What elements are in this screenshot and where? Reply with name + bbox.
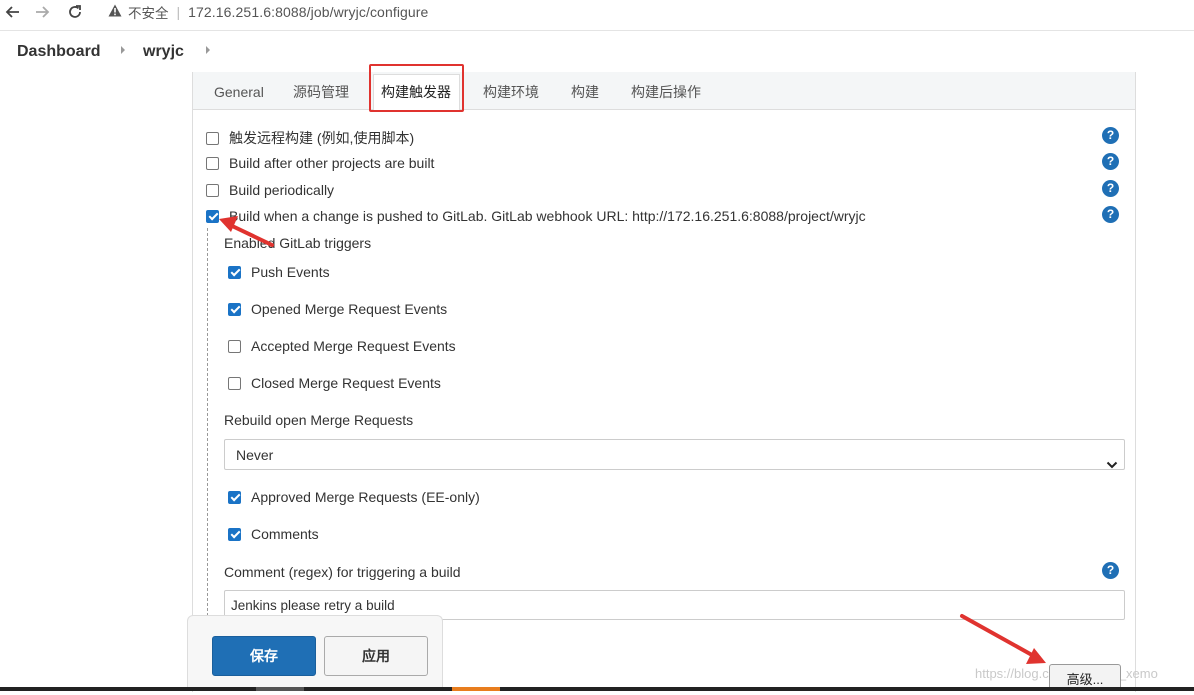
push-events-row[interactable]: Push Events [228,264,330,280]
tab-bar: General 源码管理 构建触发器 构建环境 构建 构建后操作 [193,64,1135,112]
trigger-gitlab-row[interactable]: Build when a change is pushed to GitLab.… [206,208,866,224]
save-button[interactable]: 保存 [212,636,316,676]
trigger-after-other-label: Build after other projects are built [229,155,435,171]
accepted-mr-label: Accepted Merge Request Events [251,338,456,354]
approved-mr-checkbox[interactable] [228,490,241,504]
taskbar-strip [0,687,1194,691]
help-icon[interactable]: ? [1102,180,1119,197]
help-icon[interactable]: ? [1102,153,1119,170]
tab-scm[interactable]: 源码管理 [293,72,349,110]
trigger-periodic-row[interactable]: Build periodically [206,182,334,198]
trigger-gitlab-checkbox[interactable] [206,209,219,223]
accepted-mr-checkbox[interactable] [228,339,241,353]
help-icon[interactable]: ? [1102,127,1119,144]
comments-checkbox[interactable] [228,527,241,541]
trigger-remote-checkbox[interactable] [206,131,219,145]
warning-icon [108,4,122,20]
tab-build-environment[interactable]: 构建环境 [483,72,539,110]
comments-label: Comments [251,526,319,542]
tab-build[interactable]: 构建 [571,72,599,110]
apply-button[interactable]: 应用 [324,636,428,676]
breadcrumb-job[interactable]: wryjc [143,43,184,61]
help-icon[interactable]: ? [1102,562,1119,579]
trigger-after-other-checkbox[interactable] [206,156,219,170]
approved-mr-row[interactable]: Approved Merge Requests (EE-only) [228,489,480,505]
trigger-gitlab-label: Build when a change is pushed to GitLab.… [229,208,866,224]
tab-highlight-box [369,64,464,112]
url-text[interactable]: 172.16.251.6:8088/job/wryjc/configure [188,4,428,20]
accepted-mr-row[interactable]: Accepted Merge Request Events [228,338,456,354]
address-separator: | [176,4,181,20]
trigger-after-other-row[interactable]: Build after other projects are built [206,155,434,171]
tab-post-build[interactable]: 构建后操作 [631,72,701,110]
rebuild-mr-label: Rebuild open Merge Requests [224,412,414,428]
comments-row[interactable]: Comments [228,526,319,542]
trigger-periodic-checkbox[interactable] [206,183,219,197]
opened-mr-row[interactable]: Opened Merge Request Events [228,301,447,317]
insecure-label: 不安全 [128,6,169,21]
opened-mr-checkbox[interactable] [228,302,241,316]
taskbar-item [256,687,304,691]
push-events-checkbox[interactable] [228,265,241,279]
closed-mr-checkbox[interactable] [228,376,241,390]
closed-mr-row[interactable]: Closed Merge Request Events [228,375,441,391]
breadcrumb-arrow-icon[interactable] [206,46,210,54]
rebuild-mr-select[interactable]: Never [224,439,1125,470]
help-icon[interactable]: ? [1102,206,1119,223]
comment-regex-label: Comment (regex) for triggering a build [224,564,461,580]
rebuild-mr-value: Never [236,447,274,463]
trigger-periodic-label: Build periodically [229,182,335,198]
breadcrumb-arrow-icon[interactable] [121,46,125,54]
trigger-remote-row[interactable]: 触发远程构建 (例如,使用脚本) [206,128,414,148]
browser-toolbar: 不安全 | 172.16.251.6:8088/job/wryjc/config… [0,0,1194,26]
approved-mr-label: Approved Merge Requests (EE-only) [251,489,480,505]
opened-mr-label: Opened Merge Request Events [251,301,448,317]
taskbar-item [452,687,500,691]
address-bar[interactable]: 不安全 | 172.16.251.6:8088/job/wryjc/config… [100,0,428,24]
reload-icon[interactable] [64,2,86,22]
breadcrumb-dashboard[interactable]: Dashboard [17,43,101,61]
back-icon[interactable] [2,2,24,22]
trigger-remote-label: 触发远程构建 (例如,使用脚本) [229,130,415,146]
push-events-label: Push Events [251,264,330,280]
chevron-down-icon [1106,450,1118,481]
forward-icon[interactable] [31,2,53,22]
tab-general[interactable]: General [214,72,264,110]
breadcrumb: Dashboard wryjc [0,30,1194,72]
enabled-gitlab-triggers-label: Enabled GitLab triggers [224,235,372,251]
closed-mr-label: Closed Merge Request Events [251,375,441,391]
